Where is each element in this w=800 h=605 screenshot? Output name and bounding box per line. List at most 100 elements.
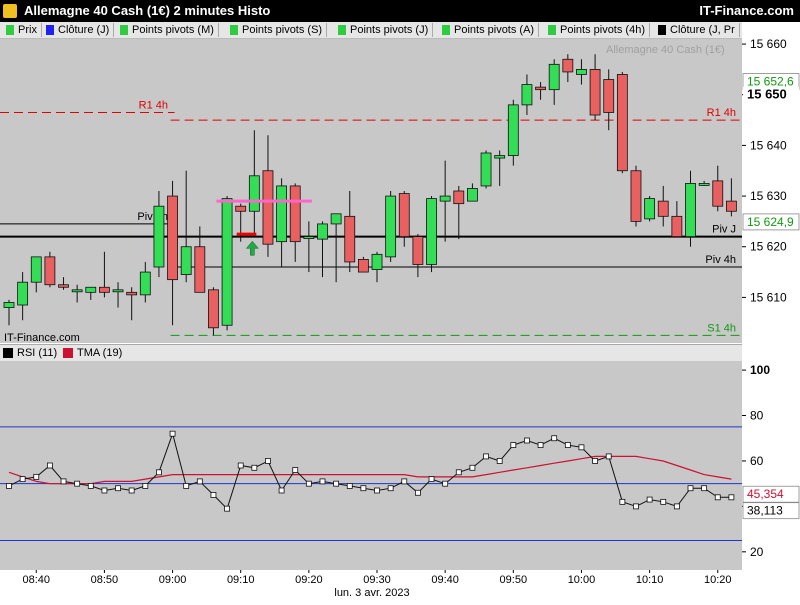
candle-body: [467, 188, 478, 202]
candle-body: [426, 198, 437, 265]
rsi-point: [101, 487, 108, 494]
rsi-point: [524, 437, 530, 444]
indicator-toggle-0[interactable]: RSI (11): [3, 346, 57, 360]
candle: [535, 82, 546, 100]
candle-body: [644, 198, 656, 220]
candle-body: [180, 246, 192, 276]
rsi-point: [469, 464, 476, 471]
legend-toggle-4[interactable]: Points pivots (J): [334, 23, 434, 37]
candle: [603, 69, 615, 131]
candle-body: [357, 258, 369, 273]
candle: [30, 256, 42, 293]
rsi-point: [728, 494, 735, 501]
candle-body: [330, 213, 342, 225]
candle: [357, 256, 369, 273]
time-tick-label: 10:10: [636, 574, 664, 586]
time-tick-label: 09:20: [295, 574, 323, 586]
legend-swatch-icon: [46, 25, 54, 35]
legend-swatch-icon: [120, 25, 128, 35]
candle-body: [17, 281, 29, 306]
level-label-4: Piv J: [712, 224, 736, 236]
candle: [180, 170, 192, 283]
candle: [480, 150, 492, 189]
candle: [262, 135, 274, 257]
rsi-point: [455, 469, 462, 476]
candle: [330, 213, 342, 283]
legend-toggle-6[interactable]: Points pivots (4h): [544, 23, 650, 37]
price-tick-label: 15 620: [750, 240, 787, 254]
rsi-point: [210, 492, 217, 498]
price-tick-label: 15 660: [750, 37, 787, 51]
candle-body: [235, 205, 247, 212]
time-tick-label: 09:10: [227, 574, 255, 586]
candle-body: [685, 182, 696, 237]
candle: [685, 170, 696, 247]
brand-logo-icon: [3, 4, 17, 18]
rsi-point: [128, 487, 135, 494]
legend-toggle-1[interactable]: Clôture (J): [42, 23, 115, 37]
time-tick-label: 09:40: [431, 574, 459, 586]
candle: [439, 160, 451, 242]
rsi-point: [714, 494, 721, 501]
rsi-point: [115, 485, 121, 492]
legend-toggle-2[interactable]: Points pivots (M): [116, 23, 219, 37]
candle-body: [398, 193, 410, 238]
time-tick-label: 10:20: [704, 574, 732, 586]
legend-label: Prix: [18, 24, 37, 36]
rsi-point: [537, 442, 544, 448]
candle-body: [589, 68, 601, 116]
candle-body: [548, 63, 560, 91]
candle-body: [562, 58, 574, 73]
candle-body: [112, 289, 124, 293]
overlay-legend: Prix Clôture (J) Points pivots (M) Points p…: [0, 22, 742, 39]
candle: [657, 185, 669, 227]
rsi-tag-label: 45,354: [747, 487, 784, 501]
rsi-point: [660, 498, 667, 505]
watermark-text: Allemagne 40 Cash (1€): [606, 44, 725, 56]
candle: [426, 196, 437, 273]
candle: [221, 196, 233, 331]
indicator-toggle-1[interactable]: TMA (19): [63, 346, 122, 360]
legend-swatch-icon: [548, 25, 556, 35]
rsi-tick-label: 80: [750, 409, 764, 423]
candle-body: [289, 185, 301, 243]
legend-swatch-icon: [442, 25, 450, 35]
rsi-point: [87, 483, 94, 489]
rsi-point: [142, 483, 149, 489]
candle: [562, 54, 574, 83]
candle-body: [412, 236, 424, 265]
rsi-point: [442, 480, 449, 487]
candle-body: [153, 205, 165, 268]
rsi-point: [646, 496, 653, 503]
time-tick-label: 09:00: [159, 574, 187, 586]
candle: [644, 196, 656, 222]
time-tick-label: 09:30: [363, 574, 391, 586]
candle-body: [221, 198, 233, 326]
candle: [589, 54, 601, 121]
candle: [303, 221, 315, 273]
rsi-point: [619, 498, 626, 505]
rsi-point: [578, 444, 585, 451]
legend-toggle-5[interactable]: Points pivots (A): [438, 23, 540, 37]
rsi-point: [292, 467, 299, 473]
price-tick-label: 15 630: [750, 189, 787, 203]
candle-body: [385, 195, 397, 258]
candle: [412, 234, 424, 278]
rsi-point: [169, 430, 176, 437]
legend-toggle-7[interactable]: Clôture (J, Pr: [654, 23, 740, 37]
candle: [71, 284, 83, 303]
candle: [99, 251, 110, 298]
rsi-point: [251, 464, 258, 471]
rsi-point: [387, 485, 394, 492]
candle: [507, 99, 519, 166]
price-tag-label: 15 650: [747, 87, 787, 102]
legend-toggle-3[interactable]: Points pivots (S): [226, 23, 328, 37]
rsi-line: [8, 431, 732, 510]
candle-body: [616, 74, 628, 172]
legend-label: Points pivots (4h): [560, 24, 645, 36]
candle: [453, 185, 465, 240]
legend-toggle-0[interactable]: Prix: [2, 23, 42, 37]
candle: [126, 287, 138, 321]
rsi-point: [592, 458, 598, 464]
rsi-tick-label: 60: [750, 454, 764, 468]
